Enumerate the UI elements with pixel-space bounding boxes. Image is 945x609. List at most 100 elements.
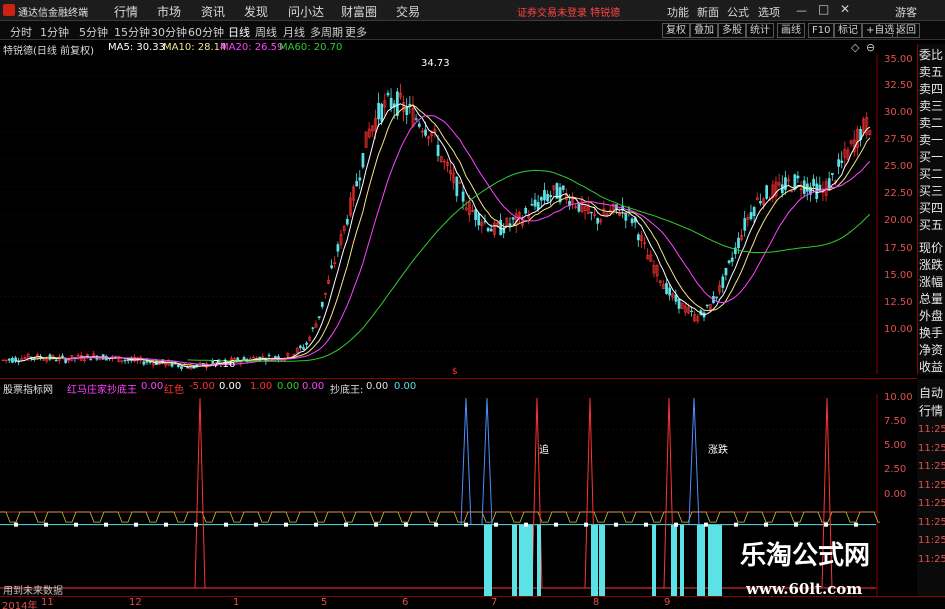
- candle-body: [414, 118, 418, 120]
- menu-discover[interactable]: 发现: [244, 3, 268, 20]
- period-30min[interactable]: 30分钟: [151, 24, 187, 40]
- minimize-icon[interactable]: —: [796, 4, 807, 17]
- signal-dot: [104, 522, 108, 527]
- bottom-bar: [591, 524, 598, 596]
- indicator-value: 0.00: [141, 381, 164, 392]
- zoom-out-icon[interactable]: ⊖: [866, 41, 875, 54]
- candle-body: [536, 202, 540, 210]
- panel-item[interactable]: 买三: [919, 182, 943, 199]
- candle-body: [724, 267, 728, 276]
- panel-item[interactable]: 现价: [919, 239, 943, 256]
- panel-item[interactable]: 卖三: [919, 97, 943, 114]
- panel-item[interactable]: 总量: [919, 290, 943, 307]
- period-5min[interactable]: 5分钟: [79, 24, 108, 40]
- candle-body: [561, 185, 565, 190]
- signal-dot: [374, 522, 378, 527]
- candle-body: [380, 103, 384, 122]
- candle-body: [54, 359, 58, 362]
- settings-icon[interactable]: ◇: [851, 41, 859, 54]
- restore-icon[interactable]: □: [818, 2, 829, 16]
- auto-button[interactable]: 自动: [919, 384, 943, 401]
- candle-body: [142, 361, 146, 365]
- signal-dot: [854, 522, 858, 527]
- tool-back[interactable]: 返回: [892, 23, 920, 38]
- tool-mark[interactable]: 标记: [834, 23, 862, 38]
- panel-item[interactable]: 收益: [919, 358, 943, 375]
- candle-body: [317, 316, 321, 319]
- indicator-value: 0.00: [219, 381, 242, 392]
- dividend-marker: $: [452, 367, 458, 377]
- app-logo-icon: [3, 4, 15, 16]
- indicator-value: 0.00: [302, 381, 325, 392]
- pane-divider: [0, 378, 917, 379]
- menu-options[interactable]: 选项: [758, 4, 780, 20]
- menu-news[interactable]: 资讯: [201, 3, 225, 20]
- menu-formula[interactable]: 公式: [727, 4, 749, 20]
- candle-body: [546, 193, 549, 202]
- panel-item[interactable]: 买五: [919, 216, 943, 233]
- login-notice: 证券交易未登录 特锐德: [517, 8, 621, 19]
- menu-assistant[interactable]: 问小达: [288, 3, 324, 20]
- signal-dot: [284, 522, 288, 527]
- tool-overlay[interactable]: 叠加: [690, 23, 718, 38]
- candle-body: [812, 178, 815, 187]
- panel-item[interactable]: 换手: [919, 324, 943, 341]
- menu-market[interactable]: 市场: [157, 3, 181, 20]
- menu-trade[interactable]: 交易: [396, 3, 420, 20]
- quotes-button[interactable]: 行情: [919, 402, 943, 419]
- period-more[interactable]: 更多: [345, 24, 367, 40]
- period-intraday[interactable]: 分时: [10, 24, 32, 40]
- panel-item[interactable]: 委比: [919, 46, 943, 63]
- blue-spike: [481, 397, 493, 525]
- menu-wealth[interactable]: 财富圈: [341, 3, 377, 20]
- low-price-label: 7.16: [213, 359, 236, 370]
- kline-chart[interactable]: [0, 54, 880, 374]
- panel-item[interactable]: 涨跌: [919, 256, 943, 273]
- signal-dot: [44, 522, 48, 527]
- panel-item[interactable]: 买一: [919, 148, 943, 165]
- indicator-tick: 7.50: [884, 416, 907, 427]
- menu-new-layout[interactable]: 新面: [697, 4, 719, 20]
- tool-stats[interactable]: 统计: [746, 23, 774, 38]
- signal-dot: [554, 522, 558, 527]
- panel-item[interactable]: 卖一: [919, 131, 943, 148]
- tool-draw[interactable]: 画线: [777, 23, 805, 38]
- tool-adjust[interactable]: 复权: [662, 23, 690, 38]
- period-weekly[interactable]: 周线: [255, 24, 277, 40]
- tool-multi-stock[interactable]: 多股: [718, 23, 746, 38]
- period-monthly[interactable]: 月线: [283, 24, 305, 40]
- panel-item[interactable]: 净资: [919, 341, 943, 358]
- panel-item[interactable]: 买四: [919, 199, 943, 216]
- bottom-bar: [512, 524, 517, 596]
- panel-item[interactable]: 卖五: [919, 63, 943, 80]
- blue-spike: [460, 397, 472, 525]
- panel-item[interactable]: 卖四: [919, 80, 943, 97]
- date-label: 6: [402, 597, 409, 608]
- menu-functions[interactable]: 功能: [667, 4, 689, 20]
- period-multi[interactable]: 多周期: [310, 24, 343, 40]
- panel-item[interactable]: 卖二: [919, 114, 943, 131]
- signal-dot: [434, 522, 438, 527]
- panel-item[interactable]: 买二: [919, 165, 943, 182]
- candle-body: [389, 97, 393, 109]
- period-60min[interactable]: 60分钟: [188, 24, 224, 40]
- period-1min[interactable]: 1分钟: [40, 24, 69, 40]
- panel-item[interactable]: 涨幅: [919, 273, 943, 290]
- signal-dot: [734, 522, 738, 527]
- menu-market-quotes[interactable]: 行情: [114, 3, 138, 20]
- price-tick: 17.50: [884, 243, 913, 254]
- period-15min[interactable]: 15分钟: [114, 24, 150, 40]
- candle-body: [424, 129, 427, 136]
- candle-body: [749, 212, 753, 220]
- close-icon[interactable]: ✕: [840, 2, 850, 16]
- candle-body: [530, 203, 534, 206]
- guest-user[interactable]: 游客: [895, 4, 917, 20]
- candle-body: [677, 299, 681, 309]
- candle-body: [358, 177, 362, 181]
- signal-dot: [404, 522, 408, 527]
- panel-item[interactable]: 外盘: [919, 307, 943, 324]
- period-daily[interactable]: 日线: [228, 24, 250, 40]
- tool-f10[interactable]: F10: [808, 23, 835, 38]
- bottom-bar: [671, 524, 677, 596]
- candle-body: [436, 144, 440, 157]
